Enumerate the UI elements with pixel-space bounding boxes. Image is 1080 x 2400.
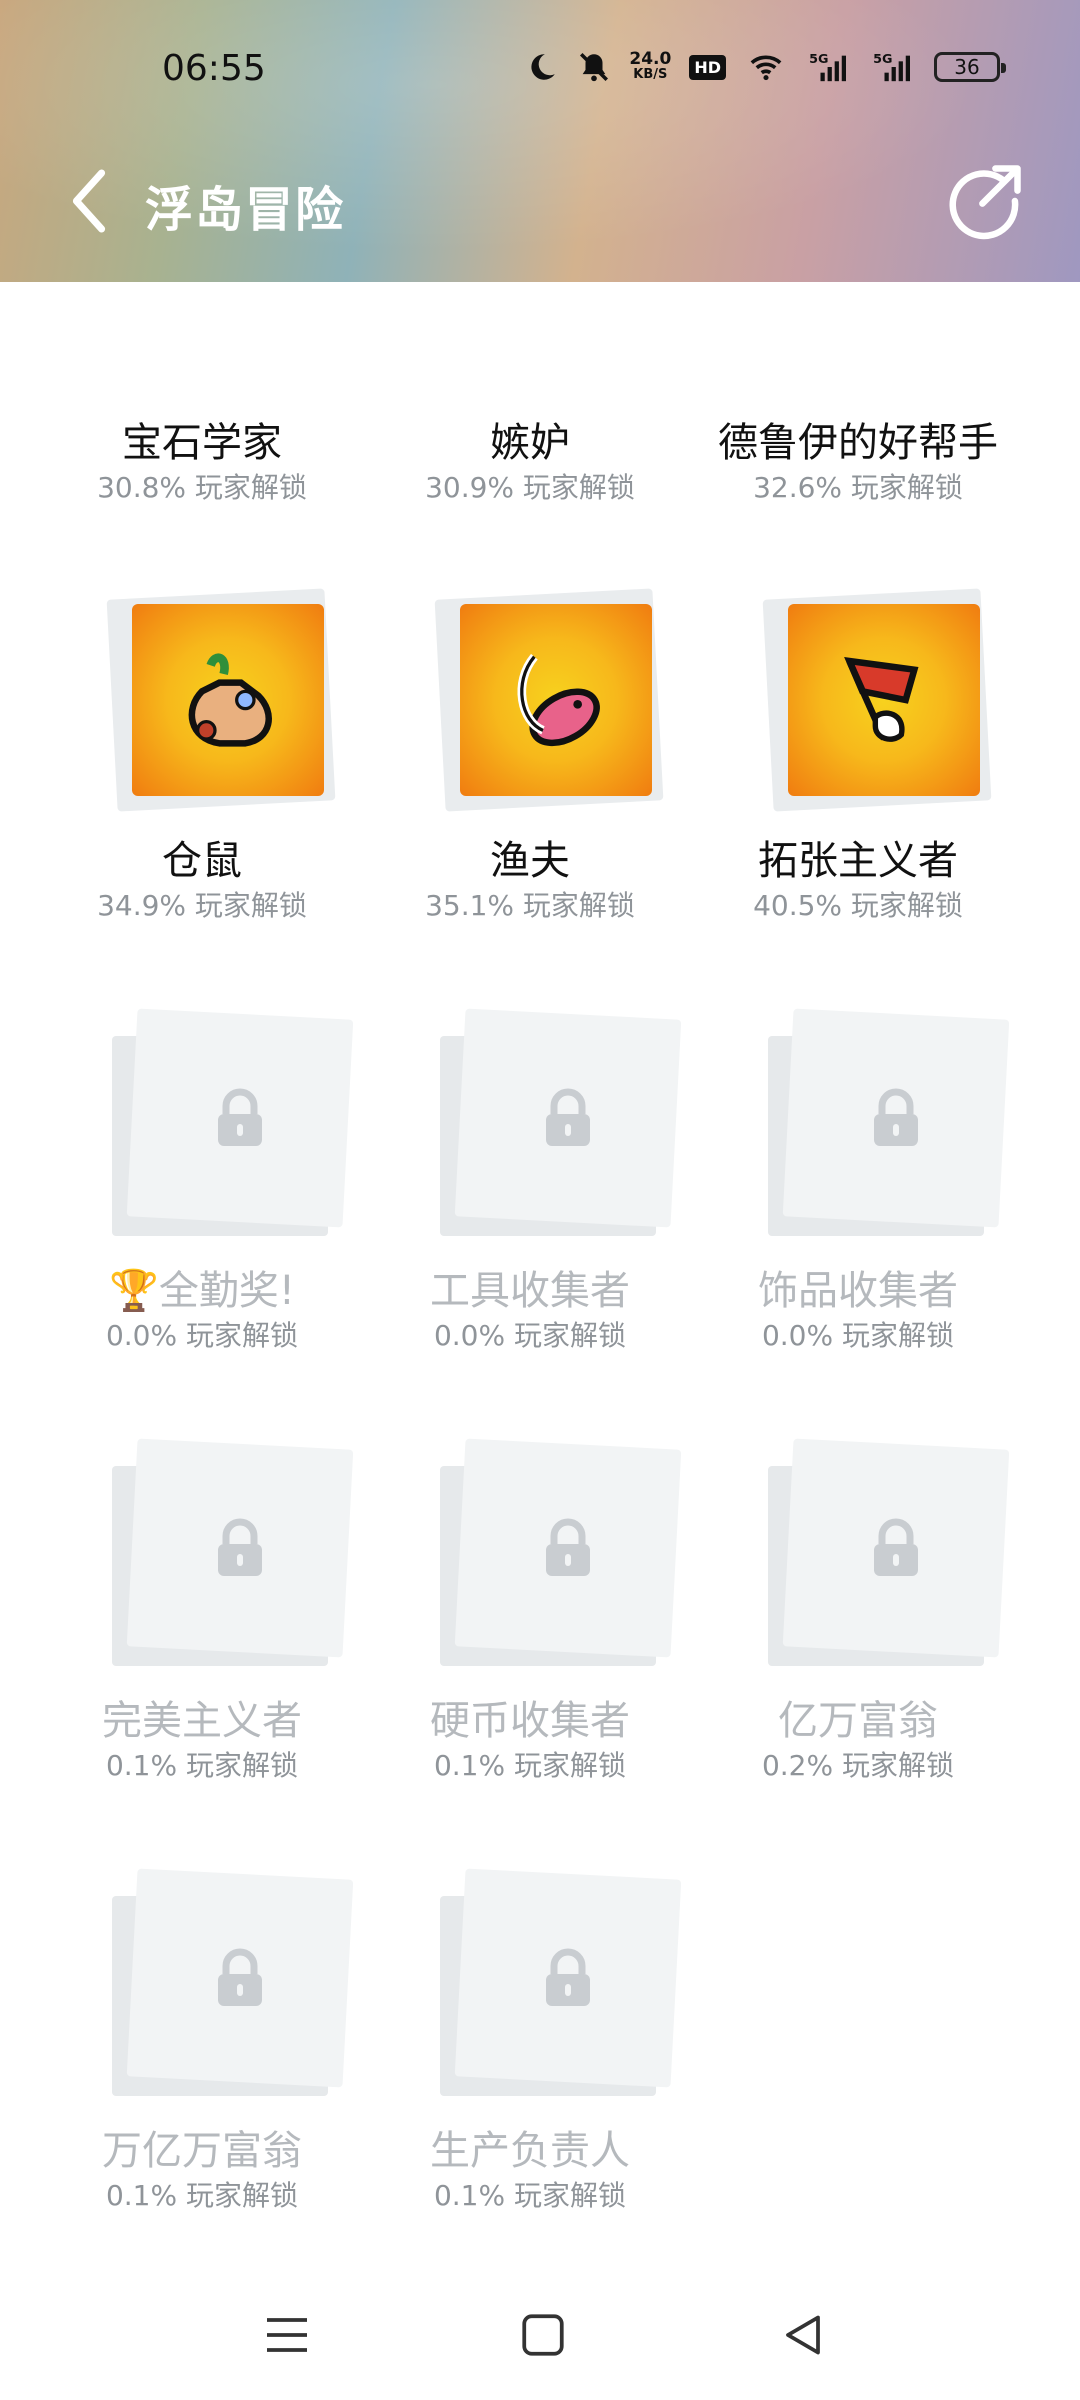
network-speed: 24.0 KB/S: [629, 51, 671, 83]
locked-badge: [440, 1438, 682, 1670]
lock-icon: [546, 1948, 590, 2006]
lock-icon: [218, 1948, 262, 2006]
achievement-name: 完美主义者: [102, 1698, 302, 1744]
share-icon[interactable]: [946, 162, 1024, 240]
menu-icon[interactable]: [262, 2310, 312, 2360]
battery-icon: 36: [934, 52, 1006, 82]
achievement-card[interactable]: 仓鼠 34.9% 玩家解锁: [52, 580, 352, 1010]
lock-icon: [546, 1518, 590, 1576]
status-icons: 24.0 KB/S HD 5G 5G 36: [525, 50, 1006, 84]
locked-badge: [112, 1868, 354, 2100]
svg-text:5G: 5G: [873, 52, 892, 67]
achievement-name: 工具收集者: [430, 1268, 630, 1314]
achievement-rate: 0.1% 玩家解锁: [433, 1749, 627, 1782]
achievement-rate: 40.5% 玩家解锁: [753, 889, 963, 922]
achievement-rate: 0.0% 玩家解锁: [761, 1319, 955, 1352]
battery-level: 36: [954, 55, 980, 79]
svg-text:5G: 5G: [809, 52, 828, 67]
back-triangle-icon[interactable]: [778, 2310, 828, 2360]
sack-badge-icon: [132, 604, 324, 796]
moon-icon: [531, 54, 556, 80]
achievement-rate: 30.9% 玩家解锁: [425, 471, 635, 504]
achievement-rate: 0.2% 玩家解锁: [761, 1749, 955, 1782]
achievement-rate: 30.8% 玩家解锁: [97, 471, 307, 504]
badge: [434, 580, 680, 812]
achievement-name: 饰品收集者: [758, 1268, 958, 1314]
system-nav-bar: [0, 2280, 1080, 2400]
achievement-rate: 32.6% 玩家解锁: [753, 471, 963, 504]
achievement-name: 德鲁伊的好帮手: [718, 420, 998, 466]
locked-badge: [768, 1438, 1010, 1670]
achievement-name: 🏆全勤奖!: [109, 1268, 295, 1314]
achievement-card-locked[interactable]: 万亿万富翁 0.1% 玩家解锁: [52, 1868, 354, 2300]
home-square-icon[interactable]: [518, 2310, 568, 2360]
speed-value: 24.0: [629, 49, 672, 69]
signal-5g-icon: 5G: [873, 52, 910, 82]
achievement-name: 万亿万富翁: [102, 2128, 302, 2174]
speed-unit: KB/S: [633, 67, 668, 82]
lock-icon: [218, 1518, 262, 1576]
achievement-card-locked[interactable]: 生产负责人 0.1% 玩家解锁: [380, 1868, 682, 2300]
achievement-name: 仓鼠: [162, 838, 242, 884]
achievement-card[interactable]: 拓张主义者 40.5% 玩家解锁: [708, 580, 1008, 1010]
achievement-card-locked[interactable]: 工具收集者 0.0% 玩家解锁: [380, 1008, 682, 1440]
page-title: 浮岛冒险: [145, 182, 346, 238]
achievement-name: 硬币收集者: [430, 1698, 630, 1744]
achievement-rate: 0.1% 玩家解锁: [105, 2179, 299, 2212]
lock-icon: [546, 1088, 590, 1146]
hd-icon: HD: [689, 54, 726, 80]
achievement-card-locked[interactable]: 🏆全勤奖! 0.0% 玩家解锁: [52, 1008, 354, 1440]
locked-badge: [112, 1008, 354, 1240]
achievement-card-locked[interactable]: 亿万富翁 0.2% 玩家解锁: [708, 1438, 1010, 1870]
status-time: 06:55: [162, 48, 266, 89]
wifi-icon: [750, 55, 782, 81]
flag-badge-icon: [788, 604, 980, 796]
achievement-rate: 0.1% 玩家解锁: [433, 2179, 627, 2212]
achievement-rate: 0.1% 玩家解锁: [105, 1749, 299, 1782]
lock-icon: [218, 1088, 262, 1146]
achievement-card-locked[interactable]: 饰品收集者 0.0% 玩家解锁: [708, 1008, 1010, 1440]
achievement-rate: 35.1% 玩家解锁: [425, 889, 635, 922]
chevron-left-icon[interactable]: [64, 166, 114, 236]
achievement-card-locked[interactable]: 硬币收集者 0.1% 玩家解锁: [380, 1438, 682, 1870]
achievement-name: 拓张主义者: [758, 838, 958, 884]
fish-badge-icon: [460, 604, 652, 796]
achievement-name: 亿万富翁: [778, 1698, 938, 1744]
locked-badge: [440, 1868, 682, 2100]
locked-badge: [112, 1438, 354, 1670]
achievement-name: 嫉妒: [490, 420, 570, 466]
badge: [762, 580, 1008, 812]
achievement-card-locked[interactable]: 完美主义者 0.1% 玩家解锁: [52, 1438, 354, 1870]
lock-icon: [874, 1088, 918, 1146]
lock-icon: [874, 1518, 918, 1576]
locked-badge: [440, 1008, 682, 1240]
achievement-name: 宝石学家: [122, 420, 282, 466]
bell-off-icon: [580, 52, 609, 82]
signal-5g-icon: 5G: [809, 52, 846, 82]
achievement-rate: 34.9% 玩家解锁: [97, 889, 307, 922]
achievement-card[interactable]: 渔夫 35.1% 玩家解锁: [380, 580, 680, 1010]
locked-badge: [768, 1008, 1010, 1240]
achievement-rate: 0.0% 玩家解锁: [105, 1319, 299, 1352]
badge: [106, 580, 352, 812]
achievement-name: 渔夫: [490, 838, 570, 884]
achievement-name: 生产负责人: [430, 2128, 630, 2174]
achievement-rate: 0.0% 玩家解锁: [433, 1319, 627, 1352]
